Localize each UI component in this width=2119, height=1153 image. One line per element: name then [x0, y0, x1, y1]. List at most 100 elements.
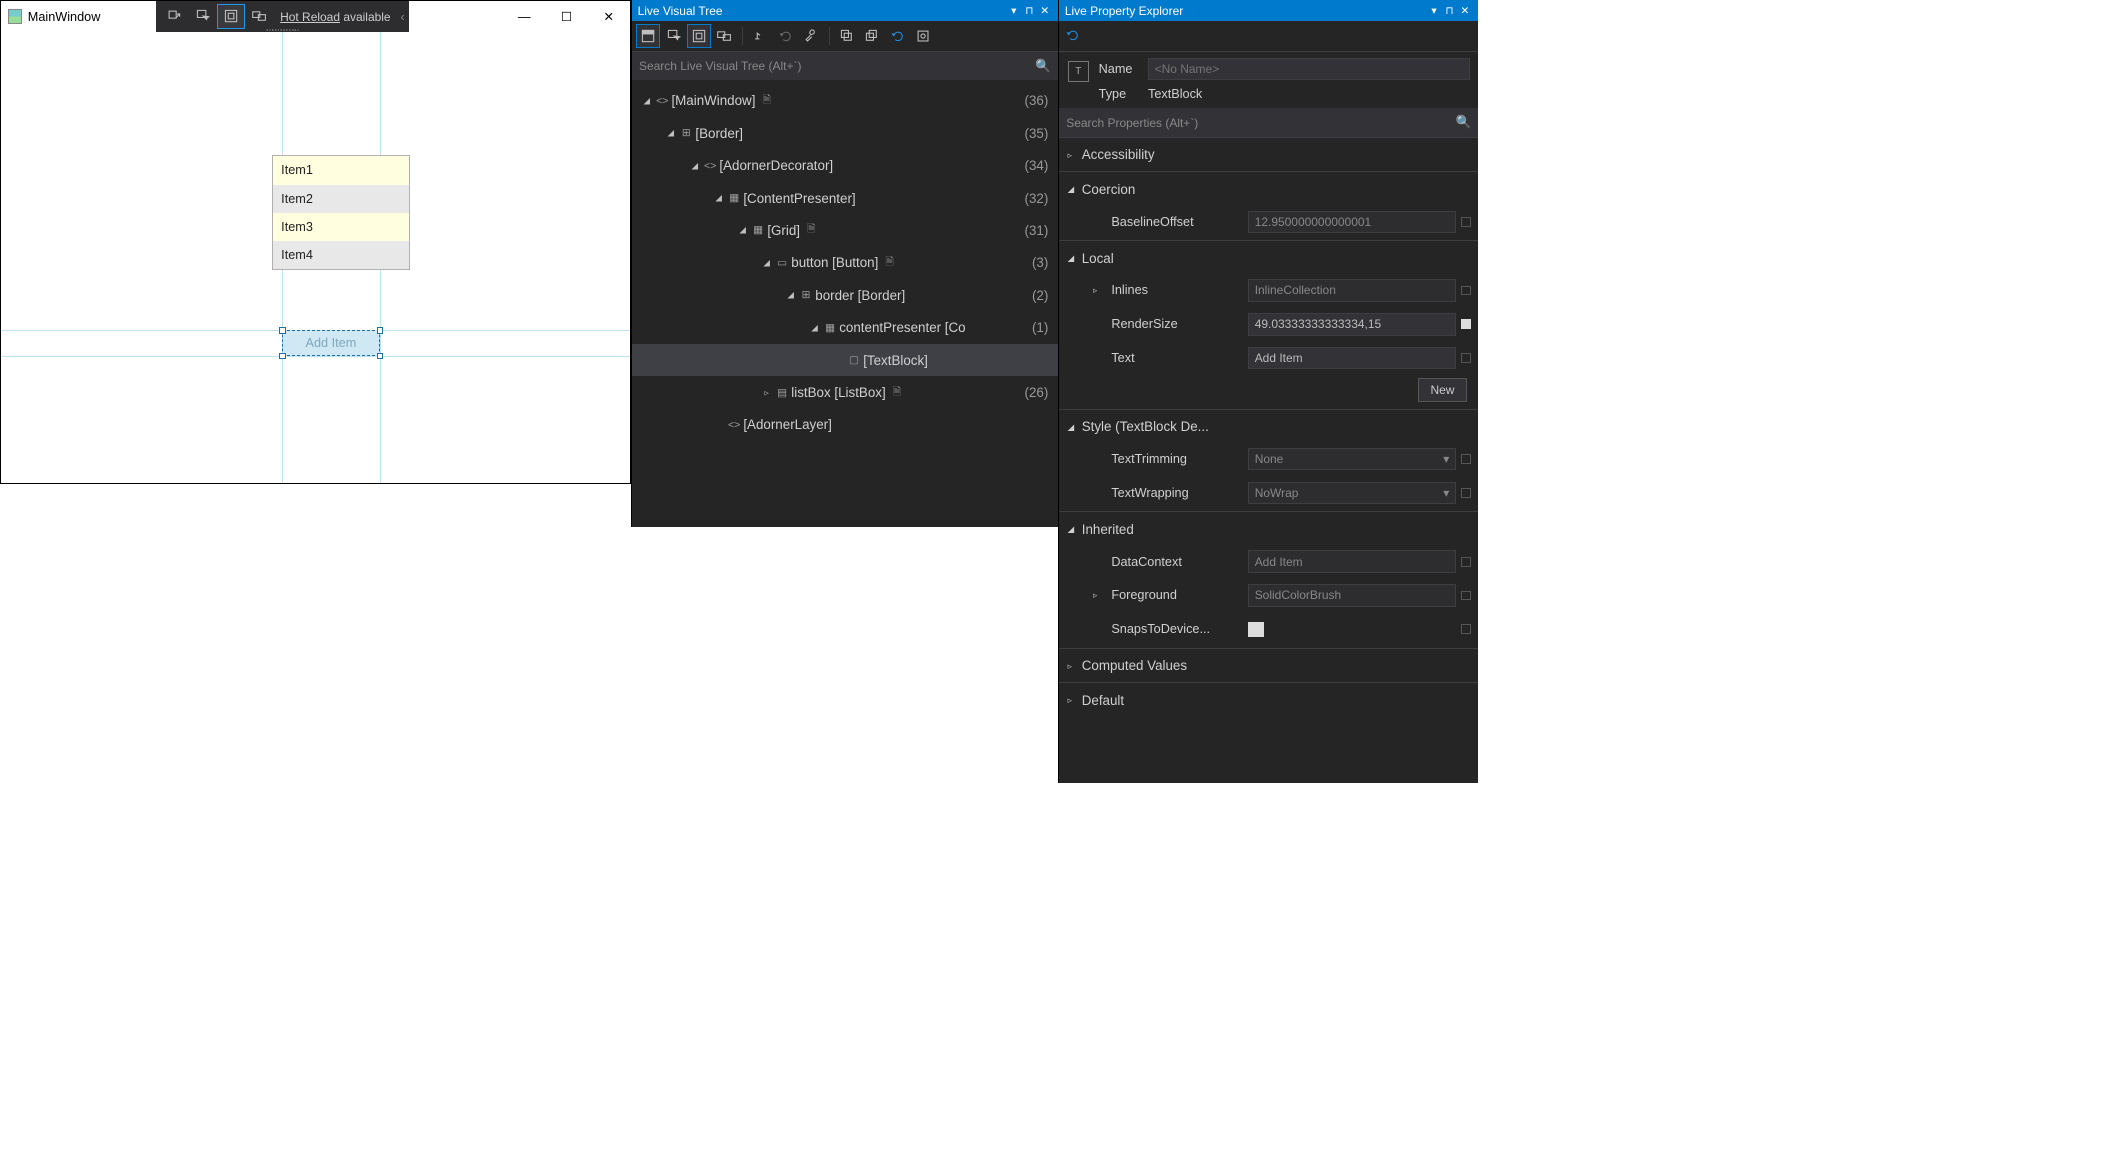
toolbar-drag-handle[interactable] — [267, 29, 298, 31]
panel-titlebar[interactable]: Live Property Explorer ▾ ⊓ ✕ — [1059, 0, 1478, 21]
expand-icon[interactable]: ◢ — [784, 290, 797, 300]
element-type-icon: ⊞ — [797, 289, 815, 301]
display-layout-adorners-icon[interactable] — [217, 4, 245, 29]
select-element-icon[interactable] — [189, 4, 217, 29]
tree-node[interactable]: ▢[TextBlock] — [632, 344, 1058, 376]
property-marker-icon[interactable] — [1461, 624, 1471, 634]
element-type-icon: <> — [701, 160, 719, 172]
expand-icon[interactable]: ▹ — [760, 387, 773, 397]
tree-node[interactable]: ◢▭button [Button]🗎(3) — [632, 247, 1058, 279]
tree-node-label: [ContentPresenter] — [743, 191, 855, 206]
property-marker-icon[interactable] — [1461, 454, 1471, 464]
property-marker-icon[interactable] — [1461, 286, 1471, 296]
filter-icon[interactable] — [911, 24, 935, 48]
tree-node[interactable]: ◢▦[ContentPresenter](32) — [632, 182, 1058, 214]
tree-node[interactable]: ◢<>[AdornerDecorator](34) — [632, 149, 1058, 181]
tree-node[interactable]: ◢⊞[Border](35) — [632, 117, 1058, 149]
close-icon[interactable]: ✕ — [1037, 3, 1053, 19]
view-source-icon[interactable]: 🗎 — [807, 221, 816, 239]
add-item-button[interactable]: Add Item — [282, 330, 379, 355]
show-in-app-toolbar-icon[interactable] — [636, 24, 660, 48]
window-position-icon[interactable]: ▾ — [1006, 3, 1022, 19]
refresh-icon[interactable] — [886, 24, 910, 48]
panel-title: Live Visual Tree — [638, 4, 723, 18]
view-source-icon[interactable]: 🗎 — [885, 254, 894, 272]
section-local[interactable]: ◢Local — [1059, 243, 1478, 274]
property-marker-icon[interactable] — [1461, 557, 1471, 567]
undo-icon[interactable] — [774, 24, 798, 48]
go-to-live-visual-tree-icon[interactable] — [160, 4, 188, 29]
child-count: (31) — [1025, 223, 1049, 238]
track-focus-icon[interactable] — [245, 4, 273, 29]
display-layout-adorners-icon[interactable] — [687, 24, 711, 48]
selection-handle[interactable] — [279, 327, 285, 333]
selection-handle[interactable] — [377, 327, 383, 333]
expand-icon[interactable]: ◢ — [736, 225, 749, 235]
lpe-toolbar — [1059, 21, 1478, 52]
child-count: (32) — [1025, 191, 1049, 206]
pin-icon[interactable]: ⊓ — [1022, 3, 1038, 19]
property-marker-icon[interactable] — [1461, 591, 1471, 601]
panel-titlebar[interactable]: Live Visual Tree ▾ ⊓ ✕ — [632, 0, 1058, 21]
section-inherited[interactable]: ◢Inherited — [1059, 514, 1478, 545]
track-focus-icon[interactable] — [712, 24, 736, 48]
lvt-search[interactable]: Search Live Visual Tree (Alt+`) 🔍 — [632, 52, 1058, 80]
chevron-left-icon[interactable]: ‹ — [400, 10, 404, 24]
live-visual-tree-panel: Live Visual Tree ▾ ⊓ ✕ Search Live Visua… — [631, 0, 1058, 527]
list-item[interactable]: Item2 — [273, 185, 409, 213]
expand-icon[interactable]: ◢ — [664, 127, 677, 137]
tree-node[interactable]: ◢▦[Grid]🗎(31) — [632, 214, 1058, 246]
property-marker-icon[interactable] — [1461, 319, 1471, 329]
maximize-button[interactable]: ☐ — [545, 1, 587, 32]
section-accessibility[interactable]: ▹Accessibility — [1059, 139, 1478, 170]
expand-all-icon[interactable] — [860, 24, 884, 48]
list-item[interactable]: Item1 — [273, 156, 409, 184]
prop-datacontext: DataContext Add Item — [1059, 545, 1478, 579]
refresh-icon[interactable] — [1066, 28, 1080, 45]
property-marker-icon[interactable] — [1461, 353, 1471, 363]
window-position-icon[interactable]: ▾ — [1426, 3, 1442, 19]
close-button[interactable]: ✕ — [588, 1, 630, 32]
search-icon[interactable]: 🔍 — [1035, 59, 1051, 74]
wrench-icon[interactable] — [799, 24, 823, 48]
list-item[interactable]: Item4 — [273, 241, 409, 269]
listbox[interactable]: Item1 Item2 Item3 Item4 — [272, 155, 410, 270]
tree-node[interactable]: <>[AdornerLayer] — [632, 409, 1058, 441]
preview-selection-icon[interactable] — [748, 24, 772, 48]
section-coercion[interactable]: ◢Coercion — [1059, 174, 1478, 205]
tree-node[interactable]: ◢<>[MainWindow]🗎(36) — [632, 85, 1058, 117]
property-marker-icon[interactable] — [1461, 217, 1471, 227]
search-icon[interactable]: 🔍 — [1456, 115, 1472, 130]
tree-node[interactable]: ▹▤listBox [ListBox]🗎(26) — [632, 376, 1058, 408]
view-source-icon[interactable]: 🗎 — [893, 384, 902, 402]
list-item[interactable]: Item3 — [273, 213, 409, 241]
collapse-all-icon[interactable] — [835, 24, 859, 48]
expand-icon[interactable]: ◢ — [808, 322, 821, 332]
new-button[interactable]: New — [1418, 378, 1467, 402]
expand-icon[interactable]: ◢ — [760, 257, 773, 267]
element-type-icon: ▦ — [749, 224, 767, 236]
expand-icon[interactable]: ◢ — [688, 160, 701, 170]
visual-tree[interactable]: ◢<>[MainWindow]🗎(36)◢⊞[Border](35)◢<>[Ad… — [632, 80, 1058, 445]
selection-handle[interactable] — [279, 353, 285, 359]
expand-icon[interactable]: ◢ — [712, 192, 725, 202]
pin-icon[interactable]: ⊓ — [1442, 3, 1458, 19]
name-input[interactable] — [1148, 58, 1470, 81]
tree-node[interactable]: ◢⊞border [Border](2) — [632, 279, 1058, 311]
lpe-search[interactable]: Search Properties (Alt+`) 🔍 — [1059, 108, 1478, 136]
select-element-icon[interactable] — [662, 24, 686, 48]
view-source-icon[interactable]: 🗎 — [762, 92, 771, 110]
expand-icon[interactable]: ◢ — [640, 95, 653, 105]
close-icon[interactable]: ✕ — [1457, 3, 1473, 19]
app-titlebar[interactable]: MainWindow Hot Reload available ‹ — ☐ — [1, 1, 630, 32]
section-computed[interactable]: ▹Computed Values — [1059, 650, 1478, 681]
hot-reload-available-link[interactable]: Hot Reload available — [280, 10, 390, 24]
element-type-icon: ⊞ — [677, 127, 695, 139]
selection-handle[interactable] — [377, 353, 383, 359]
section-default[interactable]: ▹Default — [1059, 685, 1478, 716]
tree-node[interactable]: ◢▦contentPresenter [Co(1) — [632, 312, 1058, 344]
property-marker-icon[interactable] — [1461, 488, 1471, 498]
section-style[interactable]: ◢Style (TextBlock De... — [1059, 411, 1478, 442]
minimize-button[interactable]: — — [503, 1, 545, 32]
checkbox[interactable] — [1248, 622, 1264, 638]
